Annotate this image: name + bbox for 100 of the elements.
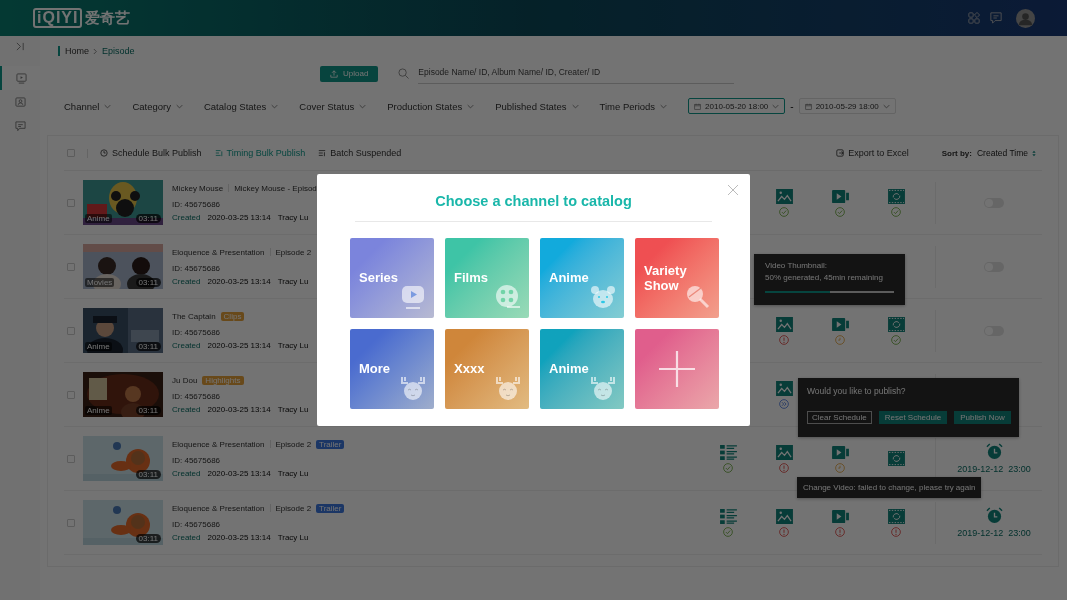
channel-tile[interactable]: [635, 329, 719, 409]
film-icon[interactable]: [887, 508, 905, 524]
alarm-clock-icon[interactable]: [985, 443, 1003, 460]
channel-tile[interactable]: Anime: [540, 329, 624, 409]
popover-button[interactable]: Clear Schedule: [807, 411, 872, 424]
filter-dropdown[interactable]: Channel: [64, 100, 112, 112]
list-icon[interactable]: [719, 508, 737, 524]
moose-icon: [495, 375, 521, 401]
episode-title[interactable]: Ju Dou: [172, 375, 198, 385]
toolbar-action[interactable]: Timing Bulk Publish: [214, 148, 306, 158]
moose-icon: [590, 375, 616, 401]
author-name: Tracy Lu: [277, 404, 309, 414]
created-date: 2020-03-25 13:14: [207, 340, 271, 350]
video-camera-icon[interactable]: [831, 508, 849, 524]
message-icon[interactable]: [990, 12, 1002, 24]
film-icon[interactable]: [887, 451, 905, 466]
sort-dropdown[interactable]: Created Time: [976, 148, 1036, 158]
date-field[interactable]: 2010-05-20 18:00: [688, 98, 786, 114]
tooltip-text: 50% generated, 45min remaining: [765, 273, 883, 282]
episode-id: ID: 45675686: [172, 263, 221, 273]
popover-button[interactable]: Reset Schedule: [878, 411, 948, 424]
toolbar-action[interactable]: Schedule Bulk Publish: [100, 148, 202, 158]
filter-dropdown[interactable]: Production States: [387, 100, 475, 112]
status-text: Created: [172, 276, 201, 286]
episode-title[interactable]: Eloquence & Presentation: [172, 247, 265, 257]
image-icon[interactable]: [775, 508, 793, 524]
channel-tile[interactable]: Films: [445, 238, 529, 318]
video-camera-icon[interactable]: [831, 444, 849, 460]
avatar[interactable]: [1016, 8, 1035, 28]
collapse-icon[interactable]: [15, 42, 25, 51]
episode-id: ID: 45675686: [172, 455, 221, 465]
chevron-down-icon: [660, 103, 668, 109]
calendar-icon: [804, 102, 812, 110]
episode-id: ID: 45675686: [172, 327, 221, 337]
created-date: 2020-03-25 13:14: [207, 212, 271, 222]
tooltip-title: Video Thumbnail:: [765, 261, 827, 270]
status-text: Created: [172, 468, 201, 478]
upload-button[interactable]: Upload: [320, 65, 379, 82]
logo[interactable]: iQIYI: [33, 8, 83, 28]
search-icon: [398, 68, 410, 79]
moose-icon: [400, 375, 426, 401]
episode-title[interactable]: Eloquence & Presentation: [172, 439, 265, 449]
filter-dropdown[interactable]: Category: [132, 100, 183, 112]
chevron-down-icon: [175, 103, 183, 109]
profile-icon: [14, 96, 26, 108]
bear-icon: [590, 284, 616, 310]
episode-title[interactable]: Eloquence & Presentation: [172, 503, 265, 513]
duration-label: 03:11: [135, 534, 161, 543]
image-icon[interactable]: [775, 188, 793, 204]
created-date: 2020-03-25 13:14: [207, 276, 271, 286]
episode-subtitle: Mickey Mouse - Episod: [234, 183, 317, 193]
tag: Trailer: [316, 439, 345, 449]
status-text: Created: [172, 340, 201, 350]
filter-dropdown[interactable]: Catalog States: [203, 100, 279, 112]
comment-icon: [14, 120, 26, 132]
list-icon: [318, 149, 327, 157]
video-camera-icon[interactable]: [831, 188, 849, 204]
duration-label: 03:11: [135, 342, 161, 351]
upload-icon: [330, 69, 338, 78]
export-button[interactable]: Export to Excel: [836, 148, 909, 158]
duration-label: 03:11: [135, 406, 161, 415]
channel-tile[interactable]: Variety Show: [635, 238, 719, 318]
author-name: Tracy Lu: [277, 468, 309, 478]
image-icon[interactable]: [775, 380, 793, 396]
alarm-clock-icon[interactable]: [985, 507, 1003, 524]
image-icon[interactable]: [775, 316, 793, 332]
chevron-down-icon: [359, 103, 367, 109]
episode-title[interactable]: The Captain: [172, 311, 216, 321]
film-icon[interactable]: [887, 188, 905, 204]
chevron-down-icon: [104, 103, 112, 109]
filter-dropdown[interactable]: Time Periods: [599, 100, 668, 112]
sort-label: Sort by:: [941, 148, 972, 158]
film-icon[interactable]: [887, 316, 905, 332]
episode-id: ID: 45675686: [172, 199, 221, 209]
film-reel-icon: [495, 284, 521, 310]
chevron-down-icon: [571, 103, 579, 109]
video-camera-icon[interactable]: [831, 316, 849, 332]
toolbar-action[interactable]: Batch Suspended: [318, 148, 402, 158]
breadcrumb-item[interactable]: Episode: [102, 46, 135, 56]
list-icon[interactable]: [719, 444, 737, 460]
channel-tile[interactable]: Series: [350, 238, 434, 318]
apps-icon[interactable]: [968, 12, 980, 24]
tag: Trailer: [316, 503, 345, 513]
popover-button[interactable]: Publish Now: [954, 411, 1011, 424]
episode-title[interactable]: Mickey Mouse: [172, 183, 224, 193]
export-icon: [836, 149, 845, 157]
breadcrumb-item[interactable]: Home: [65, 46, 89, 56]
created-date: 2020-03-25 13:14: [207, 404, 271, 414]
popover-question: Would you like to publish?: [807, 386, 907, 396]
list-icon: [214, 149, 223, 157]
image-icon[interactable]: [775, 444, 793, 460]
channel-tile[interactable]: Xxxx: [445, 329, 529, 409]
tag: Highlights: [202, 375, 244, 385]
close-icon[interactable]: [727, 184, 739, 196]
date-field[interactable]: 2010-05-29 18:00: [798, 98, 896, 114]
filter-dropdown[interactable]: Published States: [495, 100, 579, 112]
chevron-down-icon: [882, 103, 890, 109]
channel-tile[interactable]: Anime: [540, 238, 624, 318]
filter-dropdown[interactable]: Cover Status: [299, 100, 367, 112]
channel-tile[interactable]: More: [350, 329, 434, 409]
